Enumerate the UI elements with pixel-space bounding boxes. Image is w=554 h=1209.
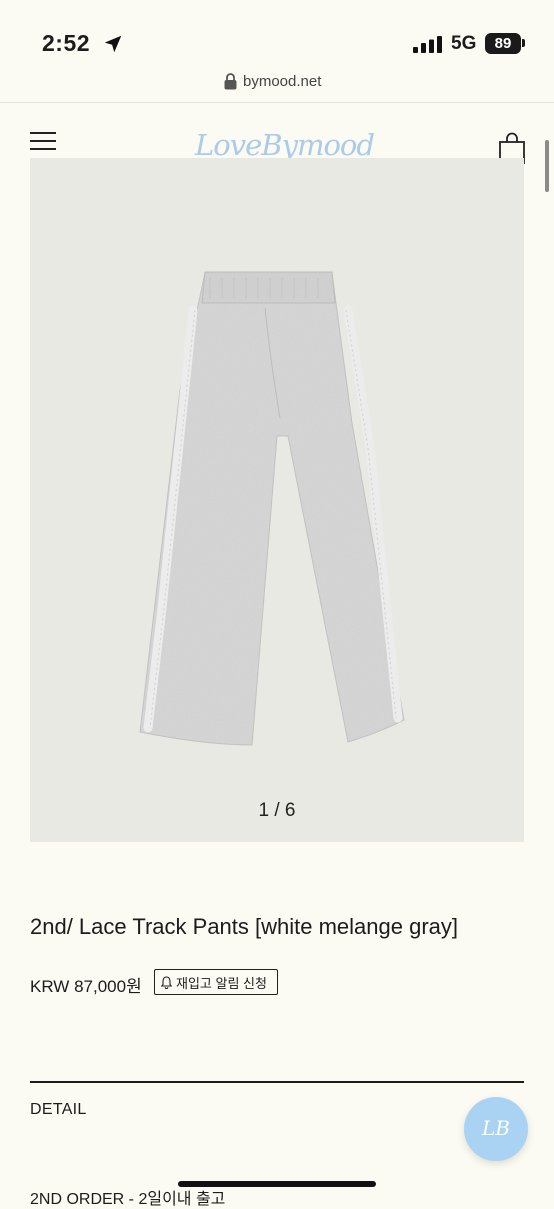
url-text[interactable]: bymood.net xyxy=(243,73,321,90)
scrollbar[interactable] xyxy=(545,140,549,192)
restock-label: 재입고 알림 신청 xyxy=(176,975,267,991)
restock-alert-button[interactable]: 재입고 알림 신청 xyxy=(154,969,278,995)
menu-icon[interactable] xyxy=(30,132,56,152)
product-image xyxy=(139,271,405,746)
product-title: 2nd/ Lace Track Pants [white melange gra… xyxy=(30,914,459,939)
network-type: 5G xyxy=(451,33,477,54)
battery-cap xyxy=(522,39,525,47)
logo-text: LoveBymood xyxy=(195,128,375,162)
product-price: KRW 87,000원 xyxy=(30,977,142,996)
signal-icon xyxy=(413,36,442,53)
battery-level: 89 xyxy=(485,33,521,54)
product-image-gallery[interactable]: 1 / 6 xyxy=(30,158,524,842)
location-arrow-icon xyxy=(104,35,122,53)
fab-label: LB xyxy=(482,1116,510,1140)
status-bar: 2:52 5G 89 xyxy=(0,0,554,70)
floating-logo-button[interactable]: LB xyxy=(464,1097,528,1161)
order-info: 2ND ORDER - 2일이내 출고 xyxy=(30,1191,226,1208)
bell-icon xyxy=(161,975,172,989)
home-indicator[interactable] xyxy=(178,1181,376,1187)
url-divider xyxy=(0,102,554,103)
lock-icon xyxy=(224,73,237,90)
status-time: 2:52 xyxy=(42,30,91,56)
image-counter: 1 / 6 xyxy=(258,800,296,821)
detail-heading[interactable]: DETAIL xyxy=(30,1101,87,1119)
section-divider xyxy=(30,1081,524,1083)
